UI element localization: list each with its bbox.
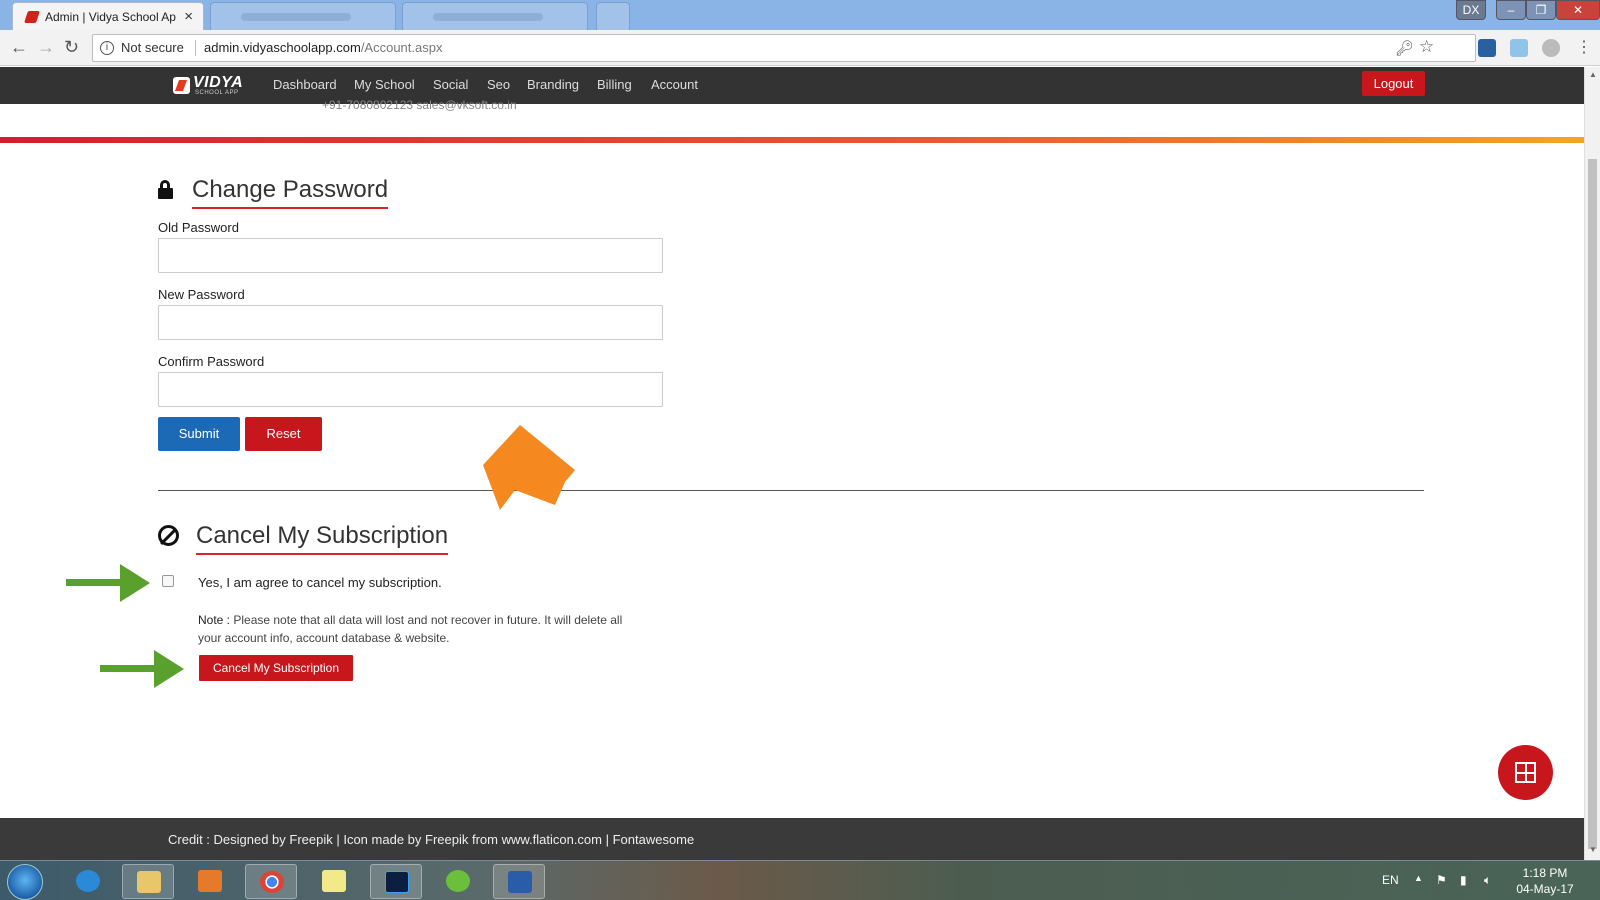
reset-button[interactable]: Reset <box>245 417 322 451</box>
start-button[interactable] <box>7 864 43 900</box>
taskbar-app[interactable] <box>432 864 484 899</box>
language-indicator[interactable]: EN <box>1382 873 1399 887</box>
section-divider <box>158 490 1424 491</box>
orange-pointer-annotation <box>483 425 575 510</box>
agree-cancel-checkbox[interactable] <box>162 575 174 587</box>
footer-credit: Credit : Designed by Freepik | Icon made… <box>168 832 695 847</box>
tray-expand-icon[interactable]: ▲ <box>1414 873 1423 883</box>
nav-dashboard[interactable]: Dashboard <box>273 77 337 92</box>
profile-badge[interactable]: DX <box>1456 0 1486 20</box>
green-arrow-annotation <box>100 650 184 688</box>
leaf-app-icon <box>446 870 470 892</box>
page-scrollbar[interactable]: ▲ ▼ <box>1584 67 1600 860</box>
note-text: Please note that all data will lost and … <box>198 613 623 645</box>
browser-toolbar: ← → ↻ i Not secure admin.vidyaschoolapp.… <box>0 30 1600 66</box>
back-arrow-icon[interactable]: ← <box>10 37 28 58</box>
network-icon[interactable]: ▮ <box>1460 873 1467 887</box>
nav-seo[interactable]: Seo <box>487 77 510 92</box>
clock-time: 1:18 PM <box>1522 866 1568 880</box>
taskbar-word[interactable] <box>493 864 545 899</box>
new-password-input[interactable] <box>158 305 663 340</box>
restore-icon[interactable]: ❐ <box>1526 0 1556 20</box>
logo-mark-icon <box>173 77 190 94</box>
cancel-note: Note : Please note that all data will lo… <box>198 611 648 647</box>
taskbar-sticky-notes[interactable] <box>308 864 360 899</box>
new-password-label: New Password <box>158 287 245 302</box>
browser-tab-blurred[interactable] <box>210 2 396 30</box>
action-center-flag-icon[interactable]: ⚑ <box>1436 873 1447 887</box>
browser-tab-active[interactable]: Admin | Vidya School Ap × <box>12 2 204 30</box>
screen: Admin | Vidya School Ap × DX – ❐ ✕ ← → ↻… <box>0 0 1600 900</box>
site-favicon-icon <box>24 11 40 23</box>
cancel-subscription-title: Cancel My Subscription <box>196 522 449 555</box>
taskbar-explorer[interactable] <box>122 864 174 899</box>
chrome-icon <box>260 871 284 893</box>
taskbar-chrome[interactable] <box>245 864 297 899</box>
header-contact-text: +91-7080802123 sales@vksoft.co.in <box>322 98 517 112</box>
agree-cancel-label[interactable]: Yes, I am agree to cancel my subscriptio… <box>198 575 442 590</box>
submit-button[interactable]: Submit <box>158 417 240 451</box>
change-password-title: Change Password <box>192 176 389 209</box>
bookmark-star-icon[interactable]: ☆ <box>1419 37 1434 57</box>
ban-icon <box>158 525 179 546</box>
close-window-icon[interactable]: ✕ <box>1556 0 1600 20</box>
scroll-up-icon[interactable]: ▲ <box>1589 70 1597 79</box>
key-icon[interactable]: 🔑︎ <box>1395 39 1414 57</box>
minimize-icon[interactable]: – <box>1496 0 1526 20</box>
clock-date: 04-May-17 <box>1516 882 1574 896</box>
info-icon[interactable]: i <box>100 41 114 55</box>
internet-explorer-icon <box>76 870 100 892</box>
site-header: VIDYA SCHOOL APP Dashboard My School Soc… <box>0 67 1584 104</box>
note-label: Note : <box>198 613 231 627</box>
sticky-notes-icon <box>322 870 346 892</box>
logout-button[interactable]: Logout <box>1362 71 1425 96</box>
old-password-label: Old Password <box>158 220 239 235</box>
scroll-down-icon[interactable]: ▼ <box>1589 845 1597 854</box>
grid-icon <box>1515 762 1536 783</box>
scrollbar-thumb[interactable] <box>1588 159 1597 849</box>
new-tab-button[interactable] <box>596 2 630 30</box>
nav-social[interactable]: Social <box>433 77 468 92</box>
taskbar-media-player[interactable] <box>184 864 236 899</box>
browser-menu-icon[interactable]: ⋮ <box>1576 37 1592 57</box>
system-clock[interactable]: 1:18 PM 04-May-17 <box>1510 865 1580 897</box>
security-label: Not secure <box>121 40 184 55</box>
nav-account[interactable]: Account <box>651 77 698 92</box>
green-arrow-annotation <box>66 564 150 602</box>
grid-menu-button[interactable] <box>1498 745 1553 800</box>
taskbar-photoshop[interactable] <box>370 864 422 899</box>
browser-tab-blurred[interactable] <box>402 2 588 30</box>
media-player-icon <box>198 870 222 892</box>
windows-taskbar: EN ▲ ⚑ ▮ 🔈︎ 1:18 PM 04-May-17 <box>0 860 1600 900</box>
tab-title: Admin | Vidya School Ap <box>45 10 176 24</box>
nav-branding[interactable]: Branding <box>527 77 579 92</box>
address-bar[interactable]: i Not secure admin.vidyaschoolapp.com/Ac… <box>92 34 1476 62</box>
volume-muted-icon[interactable]: 🔈︎ <box>1484 873 1491 888</box>
header-gradient-bar <box>0 137 1584 143</box>
forward-arrow-icon[interactable]: → <box>37 37 55 58</box>
folder-icon <box>137 871 161 893</box>
reload-icon[interactable]: ↻ <box>64 37 79 58</box>
url-text[interactable]: admin.vidyaschoolapp.com/Account.aspx <box>204 40 442 55</box>
word-icon <box>508 871 532 893</box>
unlock-icon <box>158 180 173 199</box>
tab-close-icon[interactable]: × <box>184 8 193 25</box>
site-footer: Credit : Designed by Freepik | Icon made… <box>0 818 1584 860</box>
cancel-subscription-button[interactable]: Cancel My Subscription <box>199 655 353 681</box>
browser-tab-bar: Admin | Vidya School Ap × DX – ❐ ✕ <box>0 0 1600 30</box>
extension-globe-icon[interactable] <box>1542 39 1560 57</box>
confirm-password-input[interactable] <box>158 372 663 407</box>
confirm-password-label: Confirm Password <box>158 354 265 369</box>
photoshop-icon <box>385 871 409 893</box>
nav-billing[interactable]: Billing <box>597 77 632 92</box>
extension-icon[interactable] <box>1478 39 1496 57</box>
taskbar-ie[interactable] <box>62 864 114 899</box>
old-password-input[interactable] <box>158 238 663 273</box>
extension-icon[interactable] <box>1510 39 1528 57</box>
nav-my-school[interactable]: My School <box>354 77 415 92</box>
site-logo[interactable]: VIDYA SCHOOL APP <box>173 74 248 97</box>
